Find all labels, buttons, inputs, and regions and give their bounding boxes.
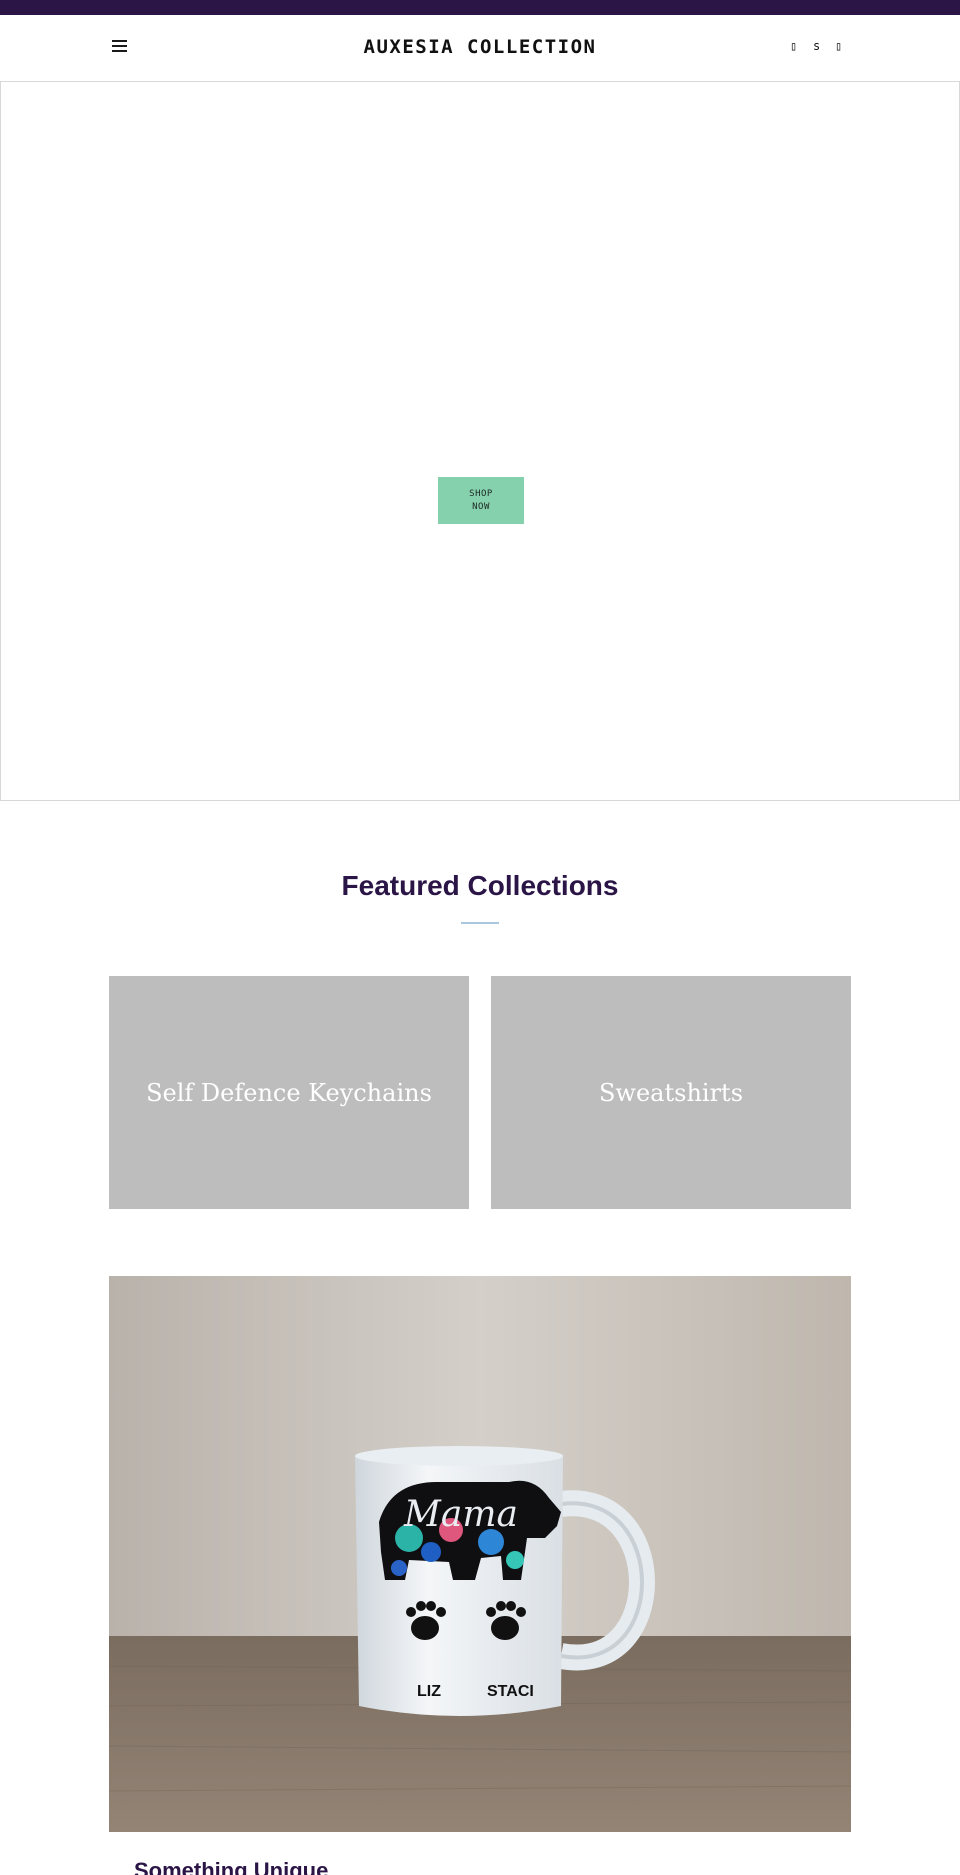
account-icon[interactable]: s bbox=[813, 39, 820, 53]
site-header: AUXESIA COLLECTION ▯ s ▯ bbox=[0, 15, 960, 82]
collection-label: Self Defence Keychains bbox=[146, 1078, 432, 1107]
feature-image-mama-bear-mug: Mama LIZ STACI bbox=[109, 1276, 851, 1832]
svg-text:Mama: Mama bbox=[403, 1494, 518, 1535]
title-divider bbox=[461, 922, 499, 924]
featured-collections-title: Featured Collections bbox=[341, 870, 619, 901]
cart-icon[interactable]: ▯ bbox=[835, 39, 842, 53]
mug-paw-name-1: LIZ bbox=[417, 1683, 441, 1700]
announcement-bar bbox=[0, 0, 960, 15]
hero-banner: SHOP NOW bbox=[0, 81, 960, 801]
collection-tile-sweatshirts[interactable]: Sweatshirts bbox=[491, 976, 851, 1209]
shop-now-button[interactable]: SHOP NOW bbox=[438, 477, 524, 524]
search-icon[interactable]: ▯ bbox=[790, 39, 797, 53]
mug-paw-name-2: STACI bbox=[487, 1683, 534, 1700]
collection-label: Sweatshirts bbox=[598, 1078, 744, 1107]
collection-tile-self-defence-keychains[interactable]: Self Defence Keychains bbox=[109, 976, 469, 1209]
feature-heading: Something Unique bbox=[134, 1858, 329, 1875]
